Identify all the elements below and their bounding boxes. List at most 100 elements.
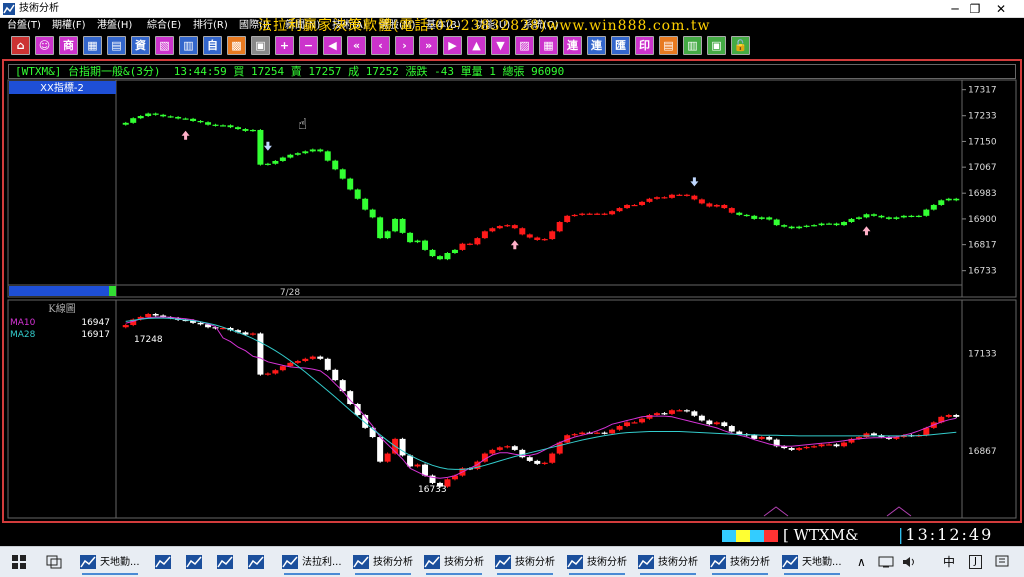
upper-panel-border — [7, 79, 1017, 298]
taskbar-item-4[interactable] — [248, 550, 268, 575]
candle-body — [534, 237, 541, 240]
toolbar-button-8[interactable]: 自 — [203, 36, 222, 55]
toolbar-button-12[interactable]: − — [299, 36, 318, 55]
toolbar-button-13[interactable]: ◀ — [323, 36, 342, 55]
upper-panel-scrollbar[interactable] — [9, 286, 109, 296]
taskbar-item-0[interactable]: 天地勤... — [80, 550, 140, 575]
toolbar-button-19[interactable]: ▲ — [467, 36, 486, 55]
toolbar-button-10[interactable]: ▣ — [251, 36, 270, 55]
toolbar-button-7[interactable]: ▥ — [179, 36, 198, 55]
toolbar-button-0[interactable]: ⌂ — [11, 36, 30, 55]
toolbar-button-24[interactable]: 連 — [587, 36, 606, 55]
toolbar-button-28[interactable]: ▥ — [683, 36, 702, 55]
candle-body — [833, 223, 840, 226]
lower-panel-border — [7, 299, 1017, 519]
taskbar-item-3[interactable] — [217, 550, 237, 575]
toolbar-button-9[interactable]: ▩ — [227, 36, 246, 55]
toolbar-button-23[interactable]: 連 — [563, 36, 582, 55]
toolbar-button-6[interactable]: ▧ — [155, 36, 174, 55]
candle-body — [953, 415, 960, 417]
candle-body — [130, 118, 137, 123]
candle-body — [706, 420, 713, 425]
toolbar-button-21[interactable]: ▨ — [515, 36, 534, 55]
toolbar-button-22[interactable]: ▦ — [539, 36, 558, 55]
status-symbol-text: WTXM& — [793, 526, 859, 544]
toolbar-button-26[interactable]: 印 — [635, 36, 654, 55]
candle-body — [160, 114, 167, 117]
taskbar-item-1[interactable] — [155, 550, 175, 575]
taskbar-item-12[interactable]: 天地勤... — [782, 550, 842, 575]
menu-item-4[interactable]: 排行(R) — [193, 19, 228, 32]
menu-item-0[interactable]: 台盤(T) — [7, 19, 41, 32]
toolbar-button-16[interactable]: › — [395, 36, 414, 55]
toolbar-button-29[interactable]: ▣ — [707, 36, 726, 55]
toolbar-button-27[interactable]: ▤ — [659, 36, 678, 55]
candle-body — [220, 125, 227, 127]
candle-body — [287, 362, 294, 367]
taskbar-active-indicator — [426, 573, 482, 575]
toolbar-button-18[interactable]: ▶ — [443, 36, 462, 55]
sell-signal-arrow-icon — [690, 177, 699, 187]
menu-item-3[interactable]: 綜合(E) — [147, 19, 181, 32]
candle-body — [915, 215, 922, 218]
toolbar-button-1[interactable]: ☺ — [35, 36, 54, 55]
upper-panel-scroll-thumb[interactable] — [109, 286, 116, 296]
toolbar-button-5[interactable]: 資 — [131, 36, 150, 55]
toolbar-button-25[interactable]: 匯 — [611, 36, 630, 55]
toolbar-button-14[interactable]: « — [347, 36, 366, 55]
menu-item-1[interactable]: 期權(F) — [52, 19, 86, 32]
language-indicator[interactable]: J — [969, 555, 982, 569]
task-view-icon[interactable] — [46, 555, 62, 569]
candle-body — [175, 116, 182, 119]
toolbar-button-30[interactable]: 🔓 — [731, 36, 750, 55]
candle-body — [474, 238, 481, 245]
taskbar-item-5[interactable]: 法拉利... — [282, 550, 342, 575]
taskbar-item-label: 天地勤... — [802, 557, 842, 568]
candle-body — [653, 413, 660, 416]
taskbar-item-9[interactable]: 技術分析 — [567, 550, 627, 575]
candle-body — [571, 214, 578, 217]
candle-body — [234, 127, 241, 130]
ma10-value: 16947 — [81, 318, 110, 328]
toolbar-button-17[interactable]: » — [419, 36, 438, 55]
taskbar-active-indicator — [569, 573, 625, 575]
taskbar-item-11[interactable]: 技術分析 — [710, 550, 770, 575]
taskbar-item-2[interactable] — [186, 550, 206, 575]
candle-body — [758, 437, 765, 439]
chart-canvas[interactable]: XX指標-2 7/28 17317 17233 17150 17067 16983 169… — [4, 61, 1020, 521]
candle-body — [444, 253, 451, 260]
candle-body — [556, 442, 563, 454]
tray-overflow-icon[interactable]: ∧ — [857, 554, 866, 570]
candle-body — [384, 231, 391, 239]
candle-body — [264, 373, 271, 375]
candle-body — [616, 426, 623, 430]
taskbar-active-indicator — [355, 573, 411, 575]
taskbar-item-8[interactable]: 技術分析 — [495, 550, 555, 575]
toolbar-button-11[interactable]: + — [275, 36, 294, 55]
toolbar-button-20[interactable]: ▼ — [491, 36, 510, 55]
close-button[interactable]: ✕ — [978, 0, 1024, 18]
candle-body — [706, 203, 713, 207]
candle-body — [751, 215, 758, 219]
candle-body — [653, 197, 660, 199]
candle-body — [190, 118, 197, 121]
network-icon[interactable] — [878, 556, 894, 568]
upper-y-axis: 17317 17233 17150 17067 16983 16900 16817 16733 — [962, 86, 997, 277]
taskbar-item-10[interactable]: 技術分析 — [638, 550, 698, 575]
taskbar-item-7[interactable]: 技術分析 — [424, 550, 484, 575]
menu-item-2[interactable]: 港盤(H) — [97, 19, 132, 32]
toolbar-button-15[interactable]: ‹ — [371, 36, 390, 55]
volume-icon[interactable] — [902, 556, 916, 568]
toolbar-button-3[interactable]: ▦ — [83, 36, 102, 55]
taskbar-item-6[interactable]: 技術分析 — [353, 550, 413, 575]
taskbar-active-indicator — [640, 573, 696, 575]
candle-body — [257, 333, 264, 375]
toolbar-button-4[interactable]: ▤ — [107, 36, 126, 55]
ime-indicator[interactable]: 中 — [943, 554, 955, 570]
notification-icon[interactable] — [995, 555, 1009, 569]
windows-start-icon[interactable] — [12, 555, 26, 569]
candle-body — [549, 453, 556, 463]
toolbar-button-2[interactable]: 商 — [59, 36, 78, 55]
candle-body — [272, 370, 279, 374]
ma28-line — [125, 317, 957, 470]
